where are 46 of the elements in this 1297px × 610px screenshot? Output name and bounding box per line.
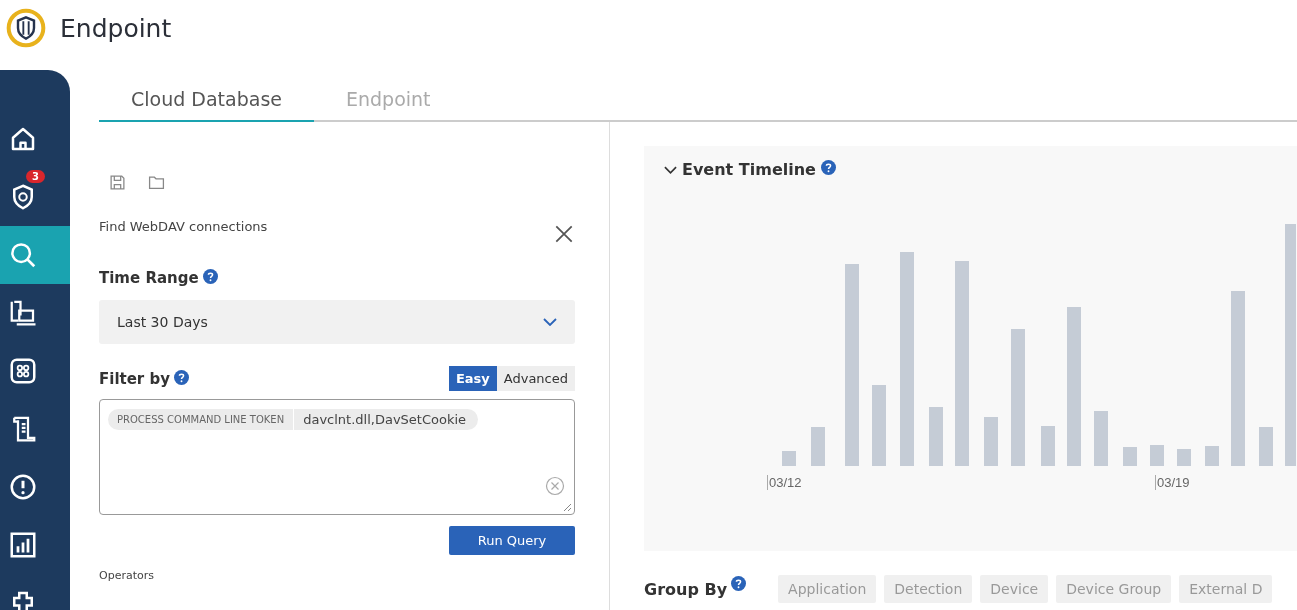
- shield-logo-icon: [6, 8, 46, 48]
- help-icon[interactable]: [820, 160, 836, 175]
- event-bar: [1041, 426, 1055, 466]
- resize-handle-icon[interactable]: [562, 502, 572, 512]
- token-field: PROCESS COMMAND LINE TOKEN: [108, 409, 295, 430]
- save-icon[interactable]: [109, 174, 126, 191]
- event-bar: [811, 427, 825, 466]
- app-title: Endpoint: [60, 13, 172, 43]
- chevron-down-icon: [543, 318, 557, 326]
- event-bar: [984, 417, 998, 466]
- help-icon[interactable]: [731, 575, 747, 591]
- sidebar-item[interactable]: 3: [0, 168, 70, 226]
- event-bar: [782, 451, 796, 466]
- chevron-down-icon[interactable]: [664, 165, 677, 174]
- bar-chart-icon: [8, 530, 38, 560]
- filter-by-label: Filter by: [99, 369, 170, 388]
- event-bar: [1123, 447, 1137, 466]
- timeline-title: Event Timeline: [682, 160, 816, 179]
- search-icon: [8, 240, 38, 270]
- time-range-dropdown[interactable]: Last 30 Days: [99, 300, 575, 344]
- date-axis-label: 03/19: [1155, 475, 1190, 490]
- help-icon[interactable]: [174, 369, 189, 385]
- run-query-button[interactable]: Run Query: [449, 526, 575, 555]
- event-bar: [1259, 427, 1273, 466]
- event-bar: [1177, 449, 1191, 466]
- devices-icon: [8, 298, 38, 328]
- event-bar: [1094, 411, 1108, 466]
- group-by-label: Group By: [644, 579, 728, 599]
- folder-icon[interactable]: [148, 174, 165, 191]
- event-bar: [1150, 445, 1164, 466]
- notification-badge: 3: [26, 170, 45, 183]
- event-bar: [1205, 446, 1219, 466]
- date-axis-label: 03/12: [767, 475, 802, 490]
- close-icon[interactable]: [553, 223, 575, 245]
- query-name: Find WebDAV connections: [99, 219, 268, 234]
- mode-toggle[interactable]: Easy: [448, 366, 497, 391]
- filter-token[interactable]: PROCESS COMMAND LINE TOKEN davclnt.dll,DavSetCookie: [108, 409, 479, 430]
- time-range-label: Time Range: [99, 269, 199, 287]
- grid-icon: [8, 356, 38, 386]
- filter-input-field[interactable]: PROCESS COMMAND LINE TOKEN davclnt.dll,DavSetCookie: [99, 399, 575, 515]
- token-value: davclnt.dll,DavSetCookie: [302, 411, 468, 429]
- help-icon[interactable]: [202, 269, 218, 284]
- alert-icon: [8, 472, 38, 502]
- tab[interactable]: Cloud Database: [99, 88, 314, 122]
- event-bar: [929, 407, 943, 466]
- operators-label: Operators: [99, 569, 155, 582]
